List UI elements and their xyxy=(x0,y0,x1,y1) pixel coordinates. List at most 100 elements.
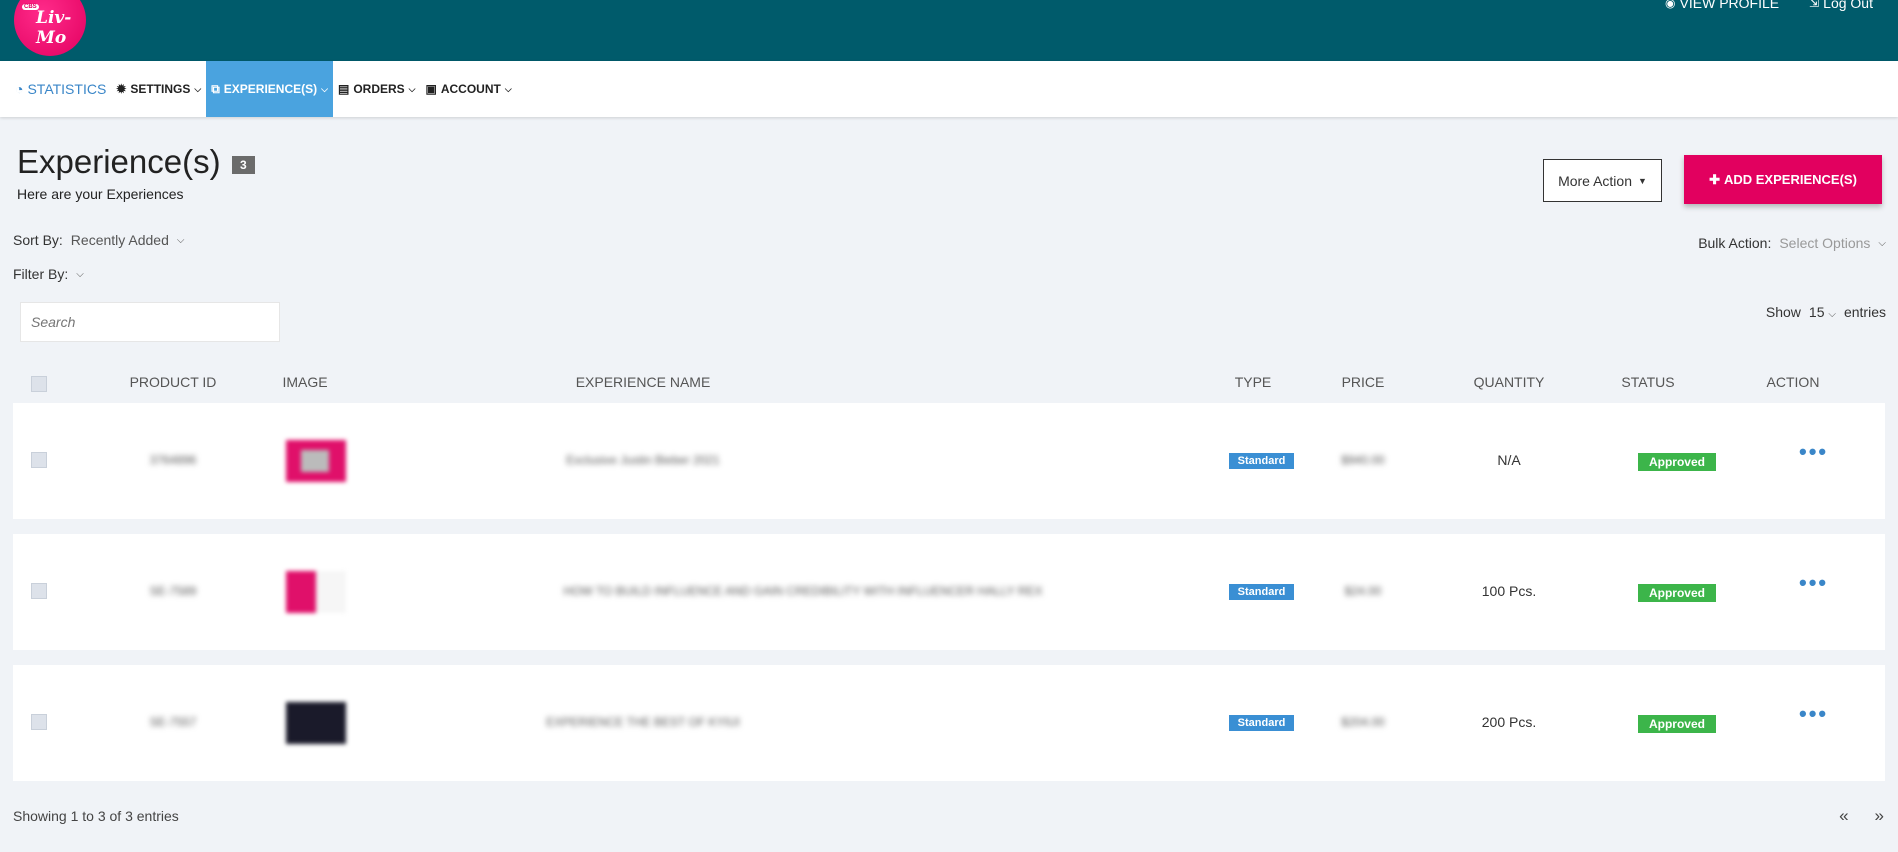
experience-thumbnail[interactable] xyxy=(286,440,346,482)
nav-statistics[interactable]: ◔ STATISTICS xyxy=(10,61,111,117)
entries-per-page-select[interactable]: 15 ⌵ xyxy=(1809,304,1836,320)
column-header: ACTION xyxy=(1766,374,1820,390)
plus-icon: ✚ xyxy=(1709,171,1720,187)
nav-experiences[interactable]: ⧉ EXPERIENCE(S) ⌵ xyxy=(206,61,333,117)
more-action-label: More Action xyxy=(1558,172,1632,189)
prev-page-button[interactable]: « xyxy=(1839,806,1848,826)
main-nav: ◔ STATISTICS ✹ SETTINGS ⌵ ⧉ EXPERIENCE(S… xyxy=(0,61,1898,117)
pagination-info: Showing 1 to 3 of 3 entries xyxy=(13,808,179,824)
caret-down-icon: ▼ xyxy=(1638,175,1647,186)
price: $940.00 xyxy=(1341,453,1385,467)
status-badge: Approved xyxy=(1638,584,1716,602)
nav-statistics-label: STATISTICS xyxy=(27,81,107,97)
column-header[interactable]: TYPE xyxy=(1218,374,1288,390)
column-header[interactable]: STATUS xyxy=(1603,374,1693,390)
count-badge: 3 xyxy=(232,156,255,174)
nav-account[interactable]: ▣ ACCOUNT ⌵ xyxy=(420,61,516,117)
nav-account-label: ACCOUNT xyxy=(440,82,501,96)
add-experience-label: ADD EXPERIENCE(S) xyxy=(1723,172,1857,187)
price: $24.00 xyxy=(1344,584,1382,598)
experience-thumbnail[interactable] xyxy=(286,571,346,613)
chevron-down-icon: ⌵ xyxy=(321,83,328,94)
experience-name[interactable]: HOW TO BUILD INFLUENCE AND GAIN CREDIBIL… xyxy=(493,584,1113,598)
chevron-down-icon[interactable]: ⌵ xyxy=(177,235,185,246)
more-action-button[interactable]: More Action ▼ xyxy=(1543,159,1662,202)
chevron-down-icon: ⌵ xyxy=(408,83,416,94)
row-checkbox[interactable] xyxy=(31,452,47,468)
table-row[interactable]: SE-7557 EXPERIENCE THE BEST OF KYIUI Sta… xyxy=(13,665,1885,781)
quantity: 200 Pcs. xyxy=(1481,714,1537,730)
status-badge: Approved xyxy=(1638,453,1716,471)
document-icon: ▤ xyxy=(337,82,350,96)
pagination: « » xyxy=(1839,806,1884,826)
row-actions-icon[interactable]: ••• xyxy=(1799,701,1828,727)
experience-name[interactable]: Exclusive Justin Bieber 2021 xyxy=(493,453,793,467)
quantity: N/A xyxy=(1497,452,1521,468)
product-id: SE-7589 xyxy=(149,584,197,598)
row-checkbox[interactable] xyxy=(31,714,47,730)
column-header[interactable]: PRODUCT ID xyxy=(113,374,233,390)
chevron-down-icon: ⌵ xyxy=(1828,309,1836,320)
entries-per-page-value: 15 xyxy=(1808,304,1825,320)
bulk-action-select[interactable]: Select Options xyxy=(1779,235,1870,251)
filter-by: Filter By: ⌵ xyxy=(13,266,84,282)
sort-by-label: Sort By: xyxy=(13,232,63,248)
eye-icon: ◉ xyxy=(1665,0,1676,10)
product-id: SE-7557 xyxy=(149,715,197,729)
next-page-button[interactable]: » xyxy=(1875,806,1884,826)
page-title: Experience(s) xyxy=(17,143,221,180)
product-id: 3764896 xyxy=(149,453,197,467)
select-all-checkbox[interactable] xyxy=(31,376,47,392)
table-row[interactable]: 3764896 Exclusive Justin Bieber 2021 Sta… xyxy=(13,403,1885,519)
status-badge: Approved xyxy=(1638,715,1716,733)
column-header: IMAGE xyxy=(282,374,328,390)
brand-logo[interactable]: CBS Liv-Mo xyxy=(14,0,86,56)
show-entries: Show 15 ⌵ entries xyxy=(1766,304,1886,320)
row-actions-icon[interactable]: ••• xyxy=(1799,570,1828,596)
filter-by-label: Filter By: xyxy=(13,266,69,282)
chevron-down-icon[interactable]: ⌵ xyxy=(76,269,84,280)
nav-settings[interactable]: ✹ SETTINGS ⌵ xyxy=(111,61,206,117)
id-card-icon: ▣ xyxy=(425,82,437,96)
page-subtitle: Here are your Experiences xyxy=(17,186,184,202)
column-header[interactable]: QUANTITY xyxy=(1459,374,1559,390)
sort-by-select[interactable]: Recently Added xyxy=(71,232,169,248)
type-badge: Standard xyxy=(1229,715,1294,731)
bulk-action-label: Bulk Action: xyxy=(1698,235,1772,251)
chevron-down-icon[interactable]: ⌵ xyxy=(1878,238,1886,249)
column-header[interactable]: EXPERIENCE NAME xyxy=(493,374,793,390)
column-header[interactable]: PRICE xyxy=(1328,374,1398,390)
gear-icon: ✹ xyxy=(116,82,127,96)
row-actions-icon[interactable]: ••• xyxy=(1799,439,1828,465)
log-out-label: Log Out xyxy=(1823,0,1873,11)
bulk-action: Bulk Action: Select Options ⌵ xyxy=(1698,235,1886,251)
table-row[interactable]: SE-7589 HOW TO BUILD INFLUENCE AND GAIN … xyxy=(13,534,1885,650)
nav-orders[interactable]: ▤ ORDERS ⌵ xyxy=(333,61,421,117)
add-experience-button[interactable]: ✚ ADD EXPERIENCE(S) xyxy=(1684,155,1882,204)
quantity: 100 Pcs. xyxy=(1481,583,1537,599)
experience-name[interactable]: EXPERIENCE THE BEST OF KYIUI xyxy=(493,715,793,729)
type-badge: Standard xyxy=(1229,584,1294,600)
logo-text: Liv-Mo xyxy=(36,8,72,48)
top-bar: CBS Liv-Mo ◉ VIEW PROFILE ⇲ Log Out xyxy=(0,0,1898,61)
search-input[interactable] xyxy=(20,302,280,342)
sort-by: Sort By: Recently Added ⌵ xyxy=(13,232,184,248)
nav-orders-label: ORDERS xyxy=(353,82,405,96)
row-checkbox[interactable] xyxy=(31,583,47,599)
view-profile-link[interactable]: ◉ VIEW PROFILE xyxy=(1665,0,1779,11)
show-label: Show xyxy=(1765,304,1801,320)
logout-icon: ⇲ xyxy=(1809,0,1820,10)
copy-icon: ⧉ xyxy=(211,81,220,96)
log-out-link[interactable]: ⇲ Log Out xyxy=(1809,0,1873,11)
table-header: PRODUCT ID IMAGE EXPERIENCE NAME TYPE PR… xyxy=(13,370,1885,396)
chevron-down-icon: ⌵ xyxy=(504,83,512,94)
chevron-down-icon: ⌵ xyxy=(194,83,202,94)
experience-thumbnail[interactable] xyxy=(286,702,346,744)
dashboard-icon: ◔ xyxy=(15,81,24,97)
entries-label: entries xyxy=(1843,304,1886,320)
type-badge: Standard xyxy=(1229,453,1294,469)
nav-experiences-label: EXPERIENCE(S) xyxy=(223,82,318,96)
price: $204.00 xyxy=(1341,715,1385,729)
top-links: ◉ VIEW PROFILE ⇲ Log Out xyxy=(1665,0,1873,11)
nav-settings-label: SETTINGS xyxy=(130,82,191,96)
